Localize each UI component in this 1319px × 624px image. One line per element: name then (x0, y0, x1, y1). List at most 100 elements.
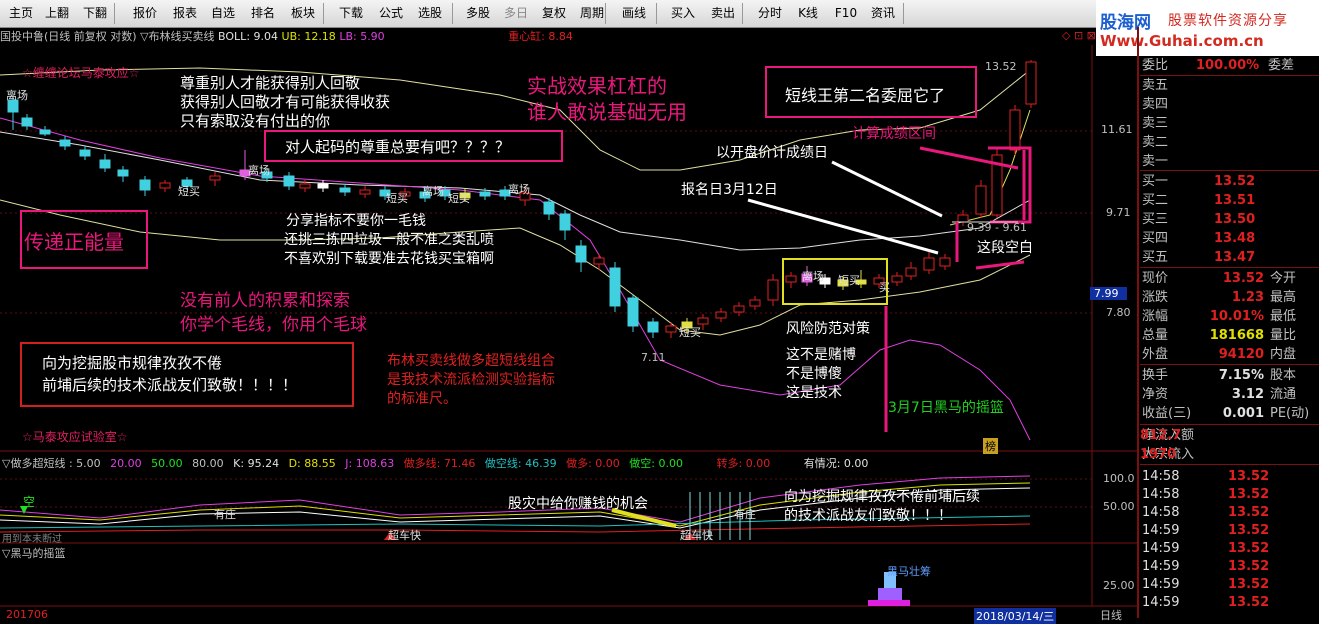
stat2-label: 收益(三) (1142, 406, 1192, 421)
price-scale-2: 9.71 (1106, 206, 1131, 219)
darkhorse-label: 3月7日黑马的摇篮 (888, 400, 1004, 416)
quote-ratio: 委比 100.00% 委差 (1140, 56, 1319, 75)
brand-slogan: 股票软件资源分享 (1168, 13, 1288, 29)
quote-stat-row: 涨幅 10.01% 最低 (1140, 307, 1319, 326)
candle-body (749, 299, 761, 307)
stat-value: 13.52 (1222, 271, 1264, 286)
tick-time: 14:58 (1142, 487, 1180, 502)
tick-price: 13.52 (1228, 541, 1270, 556)
ind1-scale-top: 100.0 (1103, 472, 1135, 485)
indicator1-p80: 80.00 (192, 457, 224, 470)
quote-tick-row: 14:59 13.52 (1140, 593, 1319, 612)
lab-tag: ☆马泰攻应试验室☆ (22, 430, 128, 444)
not-line-1: 这不是赌博 (786, 347, 856, 363)
candle-body (1025, 61, 1037, 105)
quote-tick-row: 14:59 13.52 (1140, 521, 1319, 540)
quote-sell-row: 卖五 (1140, 76, 1319, 95)
stat-label: 涨幅 (1142, 309, 1169, 324)
effect-line-2: 谁人敢说基础无用 (527, 100, 687, 124)
short-buy-tag-3: 短买 (448, 192, 470, 205)
stat2-value: 3.12 (1231, 387, 1264, 402)
candle-body (283, 175, 295, 187)
indicator2-title[interactable]: ▽黑马的摇篮 (2, 545, 65, 561)
indicator-name[interactable]: ▽布林线买卖线 (140, 30, 214, 43)
time-start: 201706 (6, 608, 48, 621)
stat-label2: 量比 (1270, 328, 1297, 343)
tick-time: 14:59 (1142, 595, 1180, 610)
quote-panel: 委比 100.00% 委差 卖五 卖四 卖三 卖二 卖一 买一 13.52 买二 13.51 买三 13.… (1140, 56, 1319, 618)
quote-stat2-row: 换手 7.15% 股本 (1140, 366, 1319, 385)
candle-body (975, 185, 987, 215)
lb-value: LB: 5.90 (339, 30, 385, 43)
respect-box-text: 对人起码的尊重总要有吧？？？？ (285, 138, 511, 156)
ratio-value: 100.00% (1196, 58, 1260, 73)
time-end: 2018/03/14/三 (974, 608, 1057, 624)
quote-buy-row: 买五 13.47 (1140, 248, 1319, 267)
market-tag-2: 离场 (248, 164, 270, 177)
ratio-label: 委比 (1142, 58, 1169, 73)
indicator1-header: ▽做多超短线 : 5.00 20.00 50.00 80.00 K: 95.24… (2, 455, 868, 471)
buy-price: 13.51 (1214, 193, 1256, 208)
current-price-tag: 7.99 (1090, 287, 1127, 300)
buy-label: 买三 (1142, 212, 1169, 227)
share-line-1: 分享指标不要你一毛钱 (286, 213, 426, 229)
ub-value: UB: 12.18 (281, 30, 336, 43)
quote-stat-row: 外盘 94120 内盘 (1140, 345, 1319, 364)
quote-separator (1140, 364, 1319, 365)
combo-line-1: 布林买卖线做多超短线组合 (387, 353, 555, 369)
stat-label2: 最低 (1270, 309, 1297, 324)
ratio-label2: 委差 (1268, 58, 1295, 73)
flow-value: 1970 (1140, 447, 1177, 462)
candle-body (159, 182, 171, 189)
tribute-line-2: 前埔后续的技术派战友们致敬！！！！ (42, 376, 298, 394)
tick-time: 14:59 (1142, 523, 1180, 538)
quote-sell-row: 卖一 (1140, 152, 1319, 171)
market-tag-5: 离场 (802, 270, 824, 283)
sell-label: 卖二 (1142, 135, 1169, 150)
range-label: 9.39 - 9.61 (967, 221, 1027, 234)
low-price-label: 7.11 (641, 351, 666, 364)
indicator1-j: J: 108.63 (345, 457, 395, 470)
sell-label: 卖一 (1142, 154, 1169, 169)
quote-tick-row: 14:58 13.52 (1140, 467, 1319, 486)
combo-line-3: 的标准尺。 (387, 391, 457, 407)
stat-label: 外盘 (1142, 347, 1169, 362)
tick-price: 13.52 (1228, 595, 1270, 610)
buy-label: 买五 (1142, 250, 1169, 265)
ind2-tag: 黑马壮筹 (887, 565, 931, 578)
candle-body (575, 245, 587, 263)
candle-body (593, 257, 605, 265)
ind1-empty-signal: 空 (23, 495, 36, 509)
boll-value: BOLL: 9.04 (218, 30, 279, 43)
tribute-line-1: 向为挖掘股市规律孜孜不倦 (42, 354, 223, 372)
tick-time: 14:59 (1142, 559, 1180, 574)
respect-line-1: 尊重别人才能获得别人回敬 (180, 74, 361, 92)
ind1-tribute-2: 的技术派战友们致敬！！！ (784, 508, 952, 524)
indicator1-title[interactable]: ▽做多超短线 : 5.00 (2, 457, 101, 470)
ind1-has-2: 有庄 (734, 508, 756, 521)
share-line-3: 不喜欢别下载要准去花钱买宝箱啊 (284, 251, 494, 267)
time-period: 日线 (1100, 609, 1122, 622)
quote-tick-row: 14:58 13.52 (1140, 503, 1319, 522)
quote-tick-row: 14:59 13.52 (1140, 575, 1319, 594)
candle-body (785, 275, 797, 283)
indicator1-long: 做多线: 71.46 (403, 457, 476, 470)
risk-label: 风险防范对策 (786, 321, 870, 337)
indicator1-d: D: 88.55 (288, 457, 336, 470)
stat-value: 181668 (1209, 328, 1264, 343)
calc-arrow (919, 146, 1019, 170)
tick-price: 13.52 (1228, 469, 1270, 484)
candle-body (39, 129, 51, 135)
window-controls[interactable]: ◇ ⊡ ⊠ (1062, 29, 1096, 42)
price-scale-1: 11.61 (1101, 123, 1133, 136)
buy-price: 13.52 (1214, 174, 1256, 189)
quote-flow-row: 大宗流入 1970 (1140, 445, 1319, 464)
combo-line-2: 是我技术流派检测实验指标 (387, 372, 555, 388)
indicator1-p20: 20.00 (110, 457, 142, 470)
tick-time: 14:59 (1142, 577, 1180, 592)
stat2-label2: 股本 (1270, 368, 1297, 383)
candle-body (767, 279, 779, 301)
signup-arrow (747, 198, 939, 255)
candle-body (647, 321, 659, 333)
ind2-scale: 25.00 (1103, 579, 1135, 592)
